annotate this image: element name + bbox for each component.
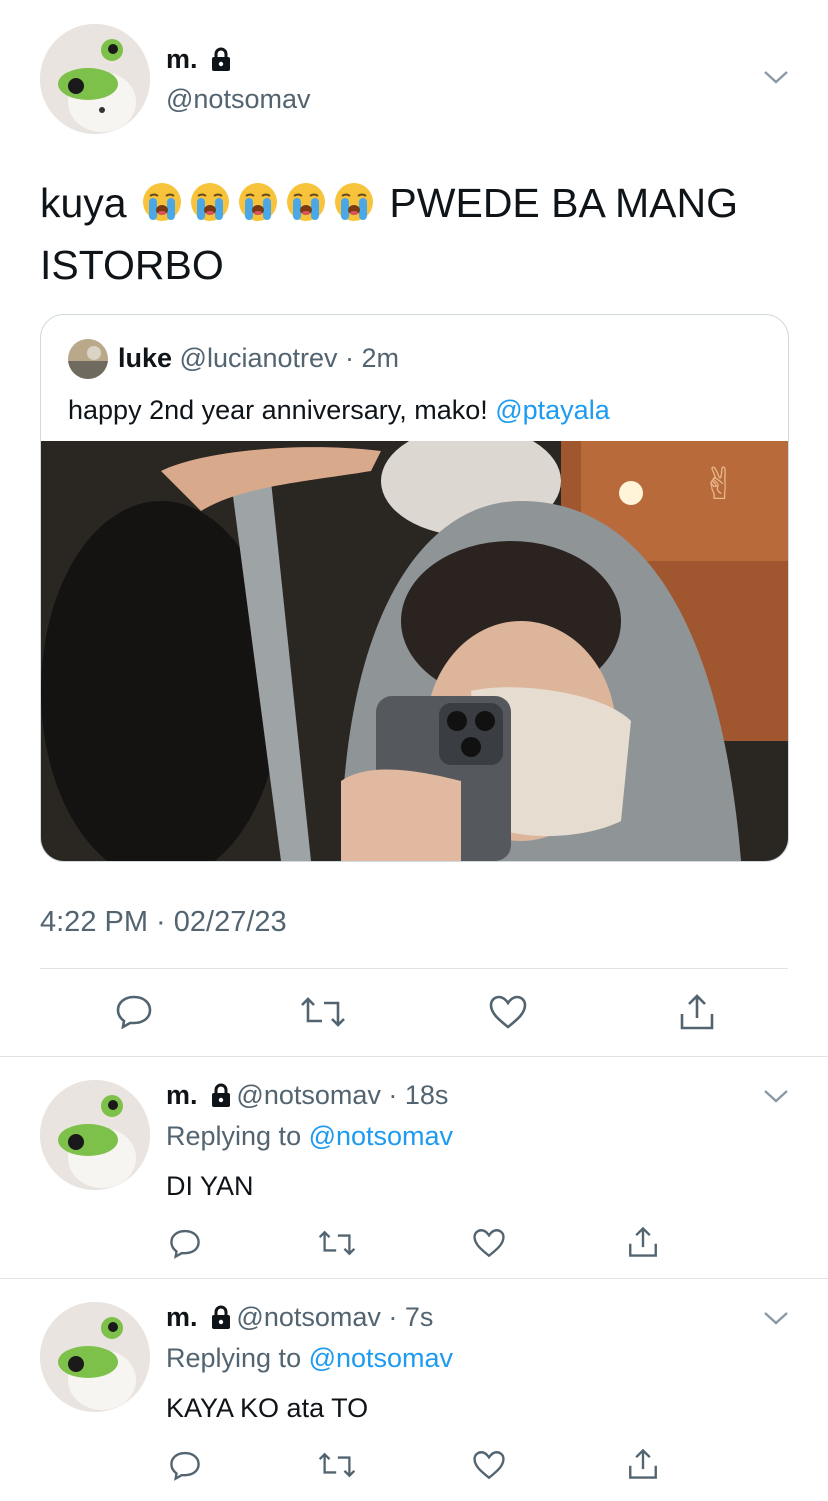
reply-handle-time[interactable]: @notsomav · 18s [236, 1080, 448, 1110]
retweet-icon[interactable] [300, 995, 346, 1034]
like-icon[interactable] [488, 994, 528, 1035]
reply-header: m. @notsomav · 18s [166, 1080, 448, 1112]
replying-to-link[interactable]: @notsomav [309, 1121, 453, 1151]
loudly-crying-face-icon [191, 183, 230, 221]
reply-display-name[interactable]: m. [166, 1302, 198, 1332]
divider [0, 1278, 828, 1279]
chevron-down-icon[interactable] [762, 1087, 790, 1110]
handle[interactable]: @notsomav [166, 84, 310, 115]
replying-to: Replying to @notsomav [166, 1343, 453, 1374]
lock-icon [210, 1083, 232, 1112]
reply-text: KAYA KO ata TO [166, 1393, 369, 1423]
quoted-display-name: luke [118, 343, 173, 373]
tweet-text: kuya PWEDE BA MANG ISTORBO [40, 172, 800, 296]
mention-link[interactable]: @ptayala [495, 395, 609, 425]
share-icon[interactable] [677, 992, 717, 1037]
quoted-tweet-card[interactable]: luke @lucianotrev · 2m happy 2nd year an… [40, 314, 789, 862]
divider [0, 1056, 828, 1057]
reply-icon[interactable] [114, 993, 154, 1034]
reply-handle-time[interactable]: @notsomav · 7s [236, 1302, 433, 1332]
share-icon[interactable] [626, 1225, 660, 1264]
reply-header: m. @notsomav · 7s [166, 1302, 433, 1334]
tweet-timestamp[interactable]: 4:22 PM · 02/27/23 [40, 906, 287, 939]
quoted-handle-time: @lucianotrev · 2m [179, 343, 400, 373]
loudly-crying-face-icon [239, 183, 278, 221]
replying-to-link[interactable]: @notsomav [309, 1343, 453, 1373]
like-icon[interactable] [472, 1227, 506, 1264]
reply-display-name[interactable]: m. [166, 1080, 198, 1110]
quoted-text-row: happy 2nd year anniversary, mako! @ptaya… [68, 395, 610, 426]
display-name[interactable]: m. [166, 44, 198, 74]
reply-icon[interactable] [168, 1227, 202, 1264]
loudly-crying-face-icon [143, 183, 182, 221]
tweet-text-start: kuya [40, 180, 127, 226]
like-icon[interactable] [472, 1449, 506, 1486]
share-icon[interactable] [626, 1447, 660, 1486]
reply-text: DI YAN [166, 1171, 254, 1201]
tweet-text-rest: PWEDE BA MANG [389, 180, 738, 226]
quoted-text: happy 2nd year anniversary, mako! [68, 395, 496, 425]
avatar[interactable] [40, 24, 150, 134]
emoji-group [138, 180, 378, 226]
chevron-down-icon[interactable] [762, 1309, 790, 1332]
replying-to: Replying to @notsomav [166, 1121, 453, 1152]
chevron-down-icon[interactable] [762, 68, 790, 91]
reply-avatar[interactable] [40, 1302, 150, 1412]
retweet-icon[interactable] [318, 1228, 356, 1263]
replying-to-label: Replying to [166, 1343, 309, 1373]
display-name-row: m. [166, 44, 232, 76]
loudly-crying-face-icon [335, 183, 374, 221]
quoted-avatar [68, 339, 108, 379]
tweet-text-line2: ISTORBO [40, 242, 224, 288]
lock-icon [210, 47, 232, 76]
quoted-photo[interactable]: ✌ [41, 426, 788, 861]
reply-avatar[interactable] [40, 1080, 150, 1190]
replying-to-label: Replying to [166, 1121, 309, 1151]
svg-text:✌: ✌ [701, 459, 738, 510]
loudly-crying-face-icon [287, 183, 326, 221]
divider [40, 968, 788, 969]
retweet-icon[interactable] [318, 1450, 356, 1485]
lock-icon [210, 1305, 232, 1334]
reply-icon[interactable] [168, 1449, 202, 1486]
